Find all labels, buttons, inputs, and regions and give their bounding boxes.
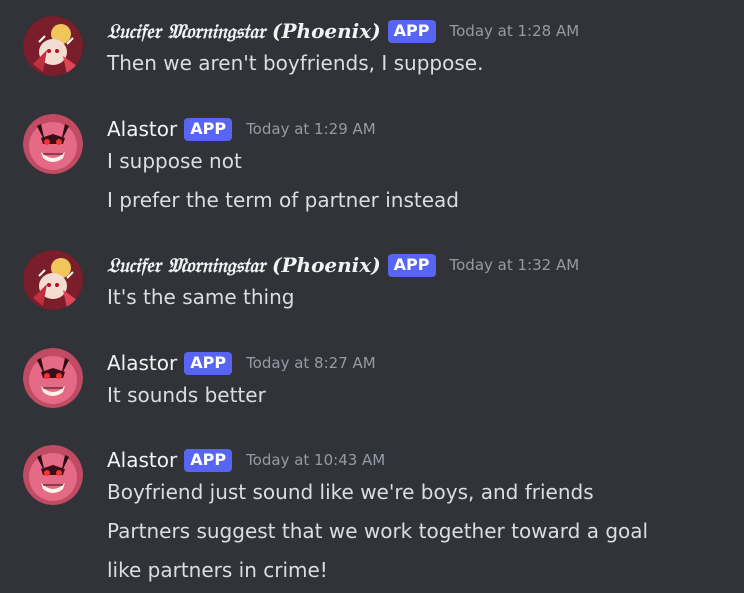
app-badge: APP: [184, 448, 233, 472]
timestamp[interactable]: Today at 1:32 AM: [450, 256, 580, 274]
username[interactable]: 𝔏𝔲𝔠𝔦𝔣𝔢𝔯 𝔐𝔬𝔯𝔫𝔦𝔫𝔤𝔰𝔱𝔞𝔯 (Phoenix): [107, 253, 381, 277]
message-text: I prefer the term of partner instead: [107, 188, 459, 212]
timestamp[interactable]: Today at 1:29 AM: [246, 120, 376, 138]
avatar-alastor[interactable]: [23, 348, 83, 408]
app-badge: APP: [184, 117, 233, 141]
message-header: Alastor APP Today at 8:27 AM: [107, 348, 376, 378]
timestamp[interactable]: Today at 1:28 AM: [450, 22, 580, 40]
avatar-lucifer[interactable]: [23, 16, 83, 76]
avatar-alastor-image: [23, 445, 83, 505]
avatar-lucifer[interactable]: [23, 250, 83, 310]
message-text: I suppose not: [107, 149, 242, 173]
app-badge: APP: [387, 253, 436, 277]
avatar-lucifer-image: [23, 250, 83, 310]
avatar-alastor-image: [23, 114, 83, 174]
avatar-lucifer-image: [23, 16, 83, 76]
avatar-alastor[interactable]: [23, 114, 83, 174]
avatar-alastor[interactable]: [23, 445, 83, 505]
app-badge: APP: [387, 19, 436, 43]
message-text: Partners suggest that we work together t…: [107, 519, 649, 543]
timestamp[interactable]: Today at 8:27 AM: [246, 354, 376, 372]
message-header: Alastor APP Today at 1:29 AM: [107, 114, 376, 144]
avatar-alastor-image: [23, 348, 83, 408]
message-header: Alastor APP Today at 10:43 AM: [107, 445, 385, 475]
message-header: 𝔏𝔲𝔠𝔦𝔣𝔢𝔯 𝔐𝔬𝔯𝔫𝔦𝔫𝔤𝔰𝔱𝔞𝔯 (Phoenix) APP Today …: [107, 16, 579, 46]
message-text: Boyfriend just sound like we're boys, an…: [107, 480, 594, 504]
app-badge: APP: [184, 351, 233, 375]
chat-log: 𝔏𝔲𝔠𝔦𝔣𝔢𝔯 𝔐𝔬𝔯𝔫𝔦𝔫𝔤𝔰𝔱𝔞𝔯 (Phoenix) APP Today …: [0, 0, 744, 593]
username[interactable]: 𝔏𝔲𝔠𝔦𝔣𝔢𝔯 𝔐𝔬𝔯𝔫𝔦𝔫𝔤𝔰𝔱𝔞𝔯 (Phoenix): [107, 19, 381, 43]
username[interactable]: Alastor: [107, 351, 177, 375]
message-text: Then we aren't boyfriends, I suppose.: [107, 51, 484, 75]
message-text: like partners in crime!: [107, 558, 328, 582]
username[interactable]: Alastor: [107, 117, 177, 141]
message-text: It sounds better: [107, 383, 266, 407]
message-header: 𝔏𝔲𝔠𝔦𝔣𝔢𝔯 𝔐𝔬𝔯𝔫𝔦𝔫𝔤𝔰𝔱𝔞𝔯 (Phoenix) APP Today …: [107, 250, 579, 280]
message-text: It's the same thing: [107, 285, 295, 309]
username[interactable]: Alastor: [107, 448, 177, 472]
timestamp[interactable]: Today at 10:43 AM: [246, 451, 385, 469]
